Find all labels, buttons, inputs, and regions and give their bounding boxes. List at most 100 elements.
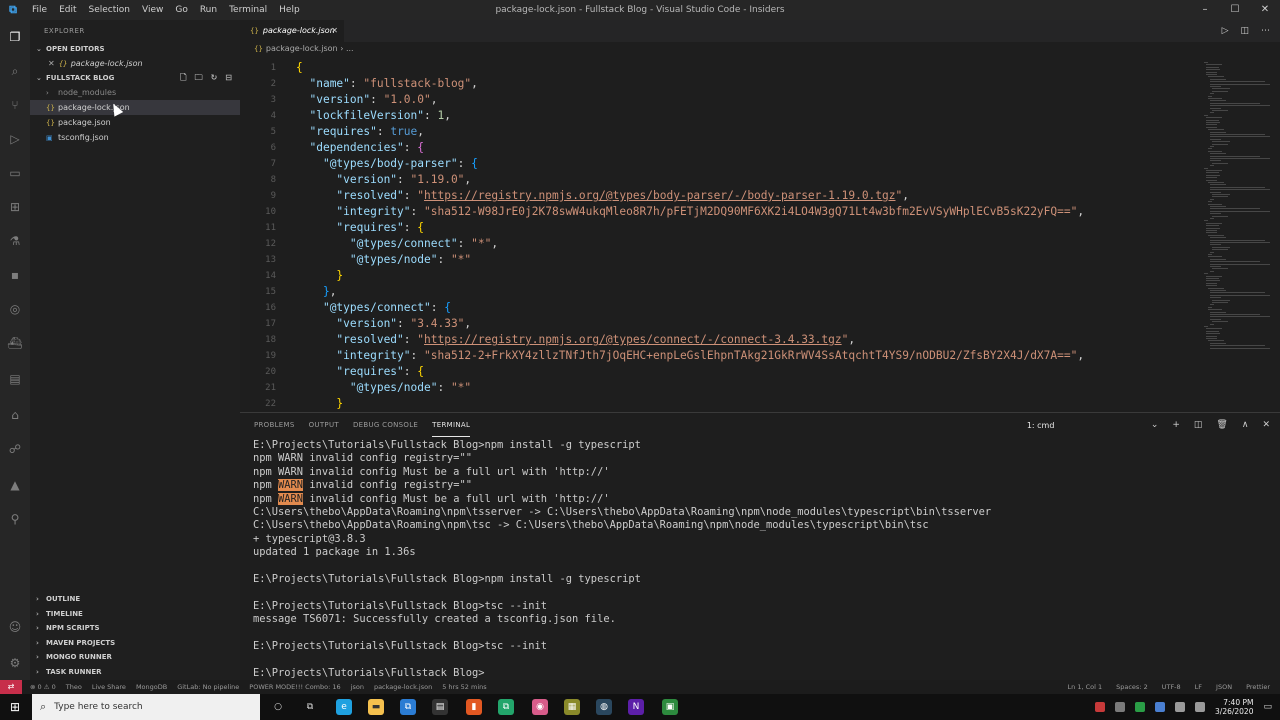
workspace-section[interactable]: ⌄ FULLSTACK BLOG 🗋 🗀 ↻ ⊟ — [30, 71, 240, 85]
file-tree-item-tsconfig[interactable]: ▣ tsconfig.json — [30, 130, 240, 145]
terminal-output[interactable]: E:\Projects\Tutorials\Fullstack Blog> npm… — [253, 439, 1273, 680]
status-mongodb[interactable]: MongoDB — [136, 683, 167, 691]
steam-icon[interactable]: ◍ — [596, 699, 612, 715]
tab-problems[interactable]: PROBLEMS — [254, 413, 295, 437]
file-tree-item-package-lock[interactable]: {} package-lock.json — [30, 100, 240, 115]
open-editor-item[interactable]: ✕{} package-lock.json — [30, 56, 240, 71]
vscode-insiders-icon[interactable]: ⧉ — [498, 699, 514, 715]
terminal-select[interactable]: 1: cmd — [1027, 421, 1137, 430]
tray-app-icon[interactable] — [1115, 702, 1126, 712]
kill-terminal-icon[interactable]: 🗑 — [1216, 420, 1227, 430]
menu-edit[interactable]: Edit — [53, 5, 82, 15]
settings-icon[interactable]: ⚙ — [6, 654, 24, 672]
taskbar-search[interactable]: ⌕ Type here to search — [32, 694, 260, 720]
taskbar-clock[interactable]: 7:40 PM 3/26/2020 — [1215, 698, 1253, 716]
close-editor-icon[interactable]: ✕ — [48, 59, 55, 68]
files-icon[interactable]: ❐ — [6, 28, 24, 46]
source-control-icon[interactable]: ⑂ — [6, 96, 24, 114]
new-terminal-icon[interactable]: + — [1172, 420, 1180, 430]
status-live-share[interactable]: Live Share — [92, 683, 126, 691]
task-view-icon[interactable]: ⧉ — [302, 699, 318, 715]
run-icon[interactable]: ▷ — [1222, 20, 1229, 42]
section-outline[interactable]: › OUTLINE — [30, 592, 240, 607]
app-pink-icon[interactable]: ◉ — [532, 699, 548, 715]
close-window-button[interactable]: ✕ — [1250, 0, 1280, 20]
menu-terminal[interactable]: Terminal — [223, 5, 273, 15]
network-icon[interactable] — [1195, 702, 1206, 712]
status-gitlab[interactable]: GitLab: No pipeline — [177, 683, 239, 691]
tab-debug-console[interactable]: DEBUG CONSOLE — [353, 413, 418, 437]
breadcrumb-file[interactable]: package-lock.json — [266, 44, 338, 53]
refresh-icon[interactable]: ↻ — [211, 71, 218, 85]
terminal-icon[interactable]: ▤ — [6, 370, 24, 388]
close-panel-icon[interactable]: ✕ — [1262, 420, 1270, 430]
extensions-icon[interactable]: ⊞ — [6, 198, 24, 216]
status-time-tracked[interactable]: 5 hrs 52 mins — [442, 683, 486, 691]
status-file[interactable]: package-lock.json — [374, 683, 432, 691]
minimize-button[interactable]: – — [1190, 0, 1220, 20]
docker-icon[interactable]: ⛴ — [6, 334, 24, 352]
cortana-icon[interactable]: ○ — [270, 699, 286, 715]
npm-icon[interactable]: ▪ — [6, 266, 24, 284]
chevron-down-icon[interactable]: ⌄ — [1151, 420, 1159, 430]
split-editor-icon[interactable]: ◫ — [1240, 20, 1249, 42]
section-npm-scripts[interactable]: › NPM SCRIPTS — [30, 621, 240, 636]
split-terminal-icon[interactable]: ◫ — [1194, 420, 1203, 430]
status-cursor-position[interactable]: Ln 1, Col 1 — [1068, 683, 1103, 691]
file-explorer-icon[interactable]: ▬ — [368, 699, 384, 715]
start-button-icon[interactable]: ⊞ — [0, 694, 30, 720]
file-tree-item-package[interactable]: {} package.json — [30, 115, 240, 130]
menu-file[interactable]: File — [26, 5, 53, 15]
section-mongo-runner[interactable]: › MONGO RUNNER — [30, 650, 240, 665]
tab-terminal[interactable]: TERMINAL — [432, 413, 471, 437]
breadcrumb-more[interactable]: ... — [346, 44, 354, 53]
tab-output[interactable]: OUTPUT — [309, 413, 339, 437]
volume-icon[interactable] — [1175, 702, 1186, 712]
menu-go[interactable]: Go — [169, 5, 193, 15]
section-task-runner[interactable]: › TASK RUNNER — [30, 665, 240, 680]
maximize-panel-icon[interactable]: ∧ — [1242, 420, 1249, 430]
menu-selection[interactable]: Selection — [83, 5, 136, 15]
section-timeline[interactable]: › TIMELINE — [30, 607, 240, 622]
app-purple-icon[interactable]: N — [628, 699, 644, 715]
notifications-icon[interactable]: ▭ — [1263, 702, 1272, 712]
status-indentation[interactable]: Spaces: 2 — [1116, 683, 1148, 691]
remote-indicator-icon[interactable]: ⇄ — [0, 680, 22, 694]
tray-app-icon[interactable] — [1155, 702, 1166, 712]
menu-view[interactable]: View — [136, 5, 169, 15]
open-editors-section[interactable]: ⌄ OPEN EDITORS — [30, 42, 240, 56]
new-folder-icon[interactable]: 🗀 — [195, 71, 203, 85]
alert-icon[interactable]: ▲ — [6, 476, 24, 494]
code-token[interactable]: https://registry.npmjs.org/@types/body-p… — [424, 189, 895, 202]
more-actions-icon[interactable]: ⋯ — [1261, 20, 1270, 42]
code-token[interactable]: https://registry.npmjs.org/@types/connec… — [424, 333, 842, 346]
menu-run[interactable]: Run — [194, 5, 223, 15]
file-tree-item-node-modules[interactable]: › node_modules — [30, 85, 240, 100]
menu-help[interactable]: Help — [273, 5, 306, 15]
status-language-mode[interactable]: JSON — [1216, 683, 1232, 691]
app-yellow-icon[interactable]: ▦ — [564, 699, 580, 715]
code-editor[interactable]: 1 2 3 4 5 6 7 8 9 10 11 12 13 14 15 16 17 18 19 20 21 22 { "n… — [240, 56, 1200, 412]
section-maven-projects[interactable]: › MAVEN PROJECTS — [30, 636, 240, 651]
close-tab-icon[interactable]: ✕ — [331, 20, 338, 42]
status-encoding[interactable]: UTF-8 — [1162, 683, 1181, 691]
app-orange-icon[interactable]: ▮ — [466, 699, 482, 715]
testing-icon[interactable]: ⚗ — [6, 232, 24, 250]
git-graph-icon[interactable]: ☍ — [6, 440, 24, 458]
terminal-app-icon[interactable]: ▤ — [432, 699, 448, 715]
remote-explorer-icon[interactable]: ▭ — [6, 164, 24, 182]
database-icon[interactable]: ◎ — [6, 300, 24, 318]
status-account[interactable]: Theo — [66, 683, 82, 691]
status-problems[interactable]: ⊗ 0 ⚠ 0 — [30, 683, 56, 691]
maximize-button[interactable]: ☐ — [1220, 0, 1250, 20]
accounts-icon[interactable]: ☺ — [6, 618, 24, 636]
status-eol[interactable]: LF — [1195, 683, 1202, 691]
bookmarks-icon[interactable]: ⌂ — [6, 406, 24, 424]
status-language-json[interactable]: json — [351, 683, 364, 691]
search-icon[interactable]: ⌕ — [6, 62, 24, 80]
tray-app-icon[interactable] — [1095, 702, 1106, 712]
vscode-icon[interactable]: ⧉ — [400, 699, 416, 715]
collapse-all-icon[interactable]: ⊟ — [225, 71, 232, 85]
minimap[interactable] — [1200, 56, 1280, 412]
app-green-icon[interactable]: ▣ — [662, 699, 678, 715]
